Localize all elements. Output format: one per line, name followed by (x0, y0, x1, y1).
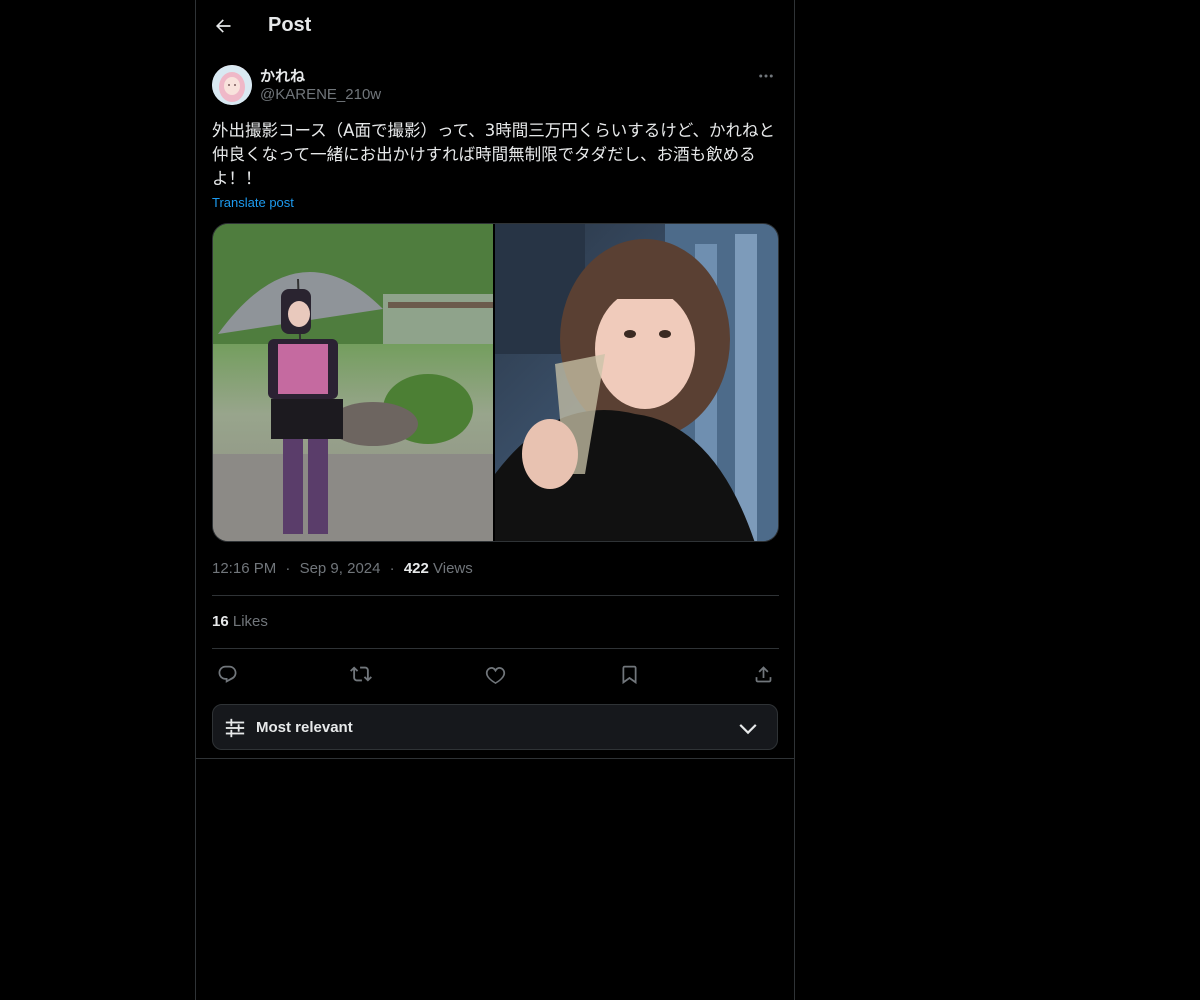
likes-label: Likes (232, 613, 268, 630)
sort-replies-dropdown[interactable]: Most relevant (212, 704, 778, 750)
bookmark-icon (622, 665, 636, 684)
author-display-name[interactable]: かれね (260, 65, 305, 86)
page-title: Post (268, 14, 312, 36)
divider (196, 758, 794, 759)
author-handle[interactable]: @KARENE_210w (260, 86, 381, 103)
repost-button[interactable] (346, 659, 376, 689)
more-options-button[interactable] (754, 64, 778, 88)
reply-icon (218, 665, 236, 683)
share-icon (755, 665, 771, 682)
photo-champagne[interactable] (495, 224, 778, 541)
repost-icon (350, 666, 372, 682)
sliders-icon (225, 718, 245, 738)
bookmark-button[interactable] (614, 659, 644, 689)
post-header: Post (196, 0, 794, 53)
post-time[interactable]: 12:16 PM (212, 560, 276, 577)
sort-label: Most relevant (256, 719, 353, 736)
photo-umbrella[interactable] (213, 224, 493, 541)
arrow-left-icon (216, 19, 231, 33)
back-button[interactable] (206, 9, 240, 43)
views-label: Views (433, 560, 473, 577)
meta-separator: · (389, 560, 395, 577)
post-date[interactable]: Sep 9, 2024 (300, 560, 381, 577)
post-column: Post かれね @KARENE_210w 外出撮影コース（A面で撮影）って、3… (195, 0, 795, 1000)
views-count: 422 (403, 560, 429, 577)
post-meta: 12:16 PM · Sep 9, 2024 · 422 Views (212, 560, 473, 577)
chevron-down-icon (739, 724, 757, 735)
translate-post-link[interactable]: Translate post (212, 195, 294, 210)
avatar[interactable] (212, 65, 252, 105)
like-icon (485, 666, 505, 684)
post-media (212, 223, 779, 542)
share-button[interactable] (748, 659, 778, 689)
like-button[interactable] (480, 659, 510, 689)
meta-separator: · (285, 560, 291, 577)
post-text: 外出撮影コース（A面で撮影）って、3時間三万円くらいするけど、かれねと仲良くなっ… (212, 121, 775, 188)
reply-button[interactable] (212, 659, 242, 689)
post-author: かれね @KARENE_210w (212, 64, 778, 108)
likes-count: 16 (212, 613, 229, 630)
post-actions (212, 659, 779, 689)
divider (212, 595, 779, 596)
divider (212, 648, 779, 649)
likes-stat[interactable]: 16 Likes (212, 613, 268, 630)
more-icon (759, 74, 773, 78)
